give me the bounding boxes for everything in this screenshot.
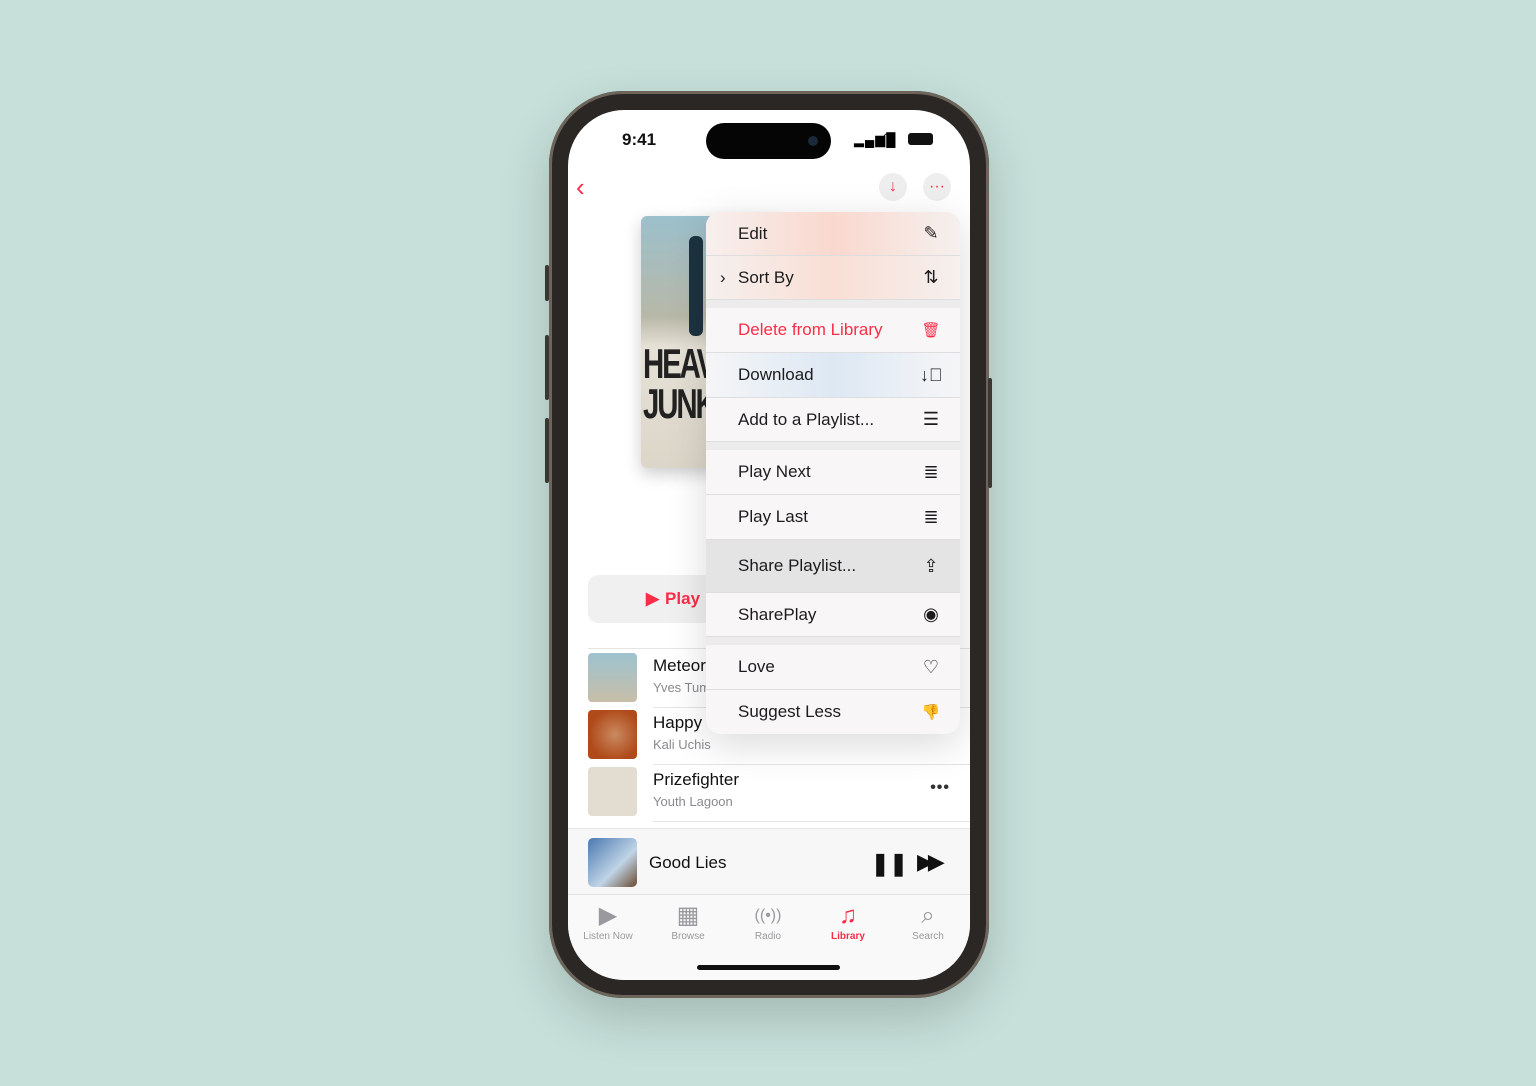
menu-item-shareplay[interactable]: SharePlay ◉ [706,593,960,637]
download-button[interactable]: ↓ [879,173,907,201]
song-artwork [588,710,637,759]
screen: 9:41 ▂▄▆█ ◠ ‹ ↓ ··· HEAV IS JUNK ▶ Play M… [568,110,970,980]
tab-label: Search [912,931,944,942]
action-button [545,265,549,301]
context-menu: Edit ✎ › Sort By ⇅ Delete from Library 🗑 Dow… [706,212,960,734]
mini-player[interactable]: Good Lies ❚❚ ▶▶ [568,828,970,894]
song-title: Meteor [653,656,706,675]
menu-item-delete-from-library[interactable]: Delete from Library 🗑 [706,308,960,353]
chevron-right-icon: › [720,267,726,287]
play-next-icon: ≣ [923,461,939,482]
more-button[interactable]: ··· [923,173,951,201]
menu-item-add-to-playlist[interactable]: Add to a Playlist... ☰ [706,398,960,442]
tab-label: Library [831,931,865,942]
menu-item-sort-by[interactable]: › Sort By ⇅ [706,256,960,300]
tab-label: Browse [671,931,705,942]
trash-icon: 🗑 [921,322,941,339]
song-artist: Kali Uchis [653,737,711,752]
add-playlist-icon: ☰ [922,409,940,429]
pencil-icon: ✎ [923,223,939,243]
menu-label: Delete from Library [738,320,883,339]
song-artwork [588,767,637,816]
arrow-up-down-icon: ⇅ [923,267,939,287]
power-button [988,378,992,488]
menu-item-download[interactable]: Download ↓⃝ [706,353,960,398]
volume-up-button [545,335,549,400]
menu-item-love[interactable]: Love ♡ [706,645,960,690]
song-title: Prizefighter [653,770,739,789]
library-icon: ♫ [839,902,857,929]
camera-icon [808,136,818,146]
menu-item-suggest-less[interactable]: Suggest Less 👎 [706,690,960,734]
volume-down-button [545,418,549,483]
tab-browse[interactable]: ▦ Browse [648,901,728,942]
arrow-down-icon: ↓ [889,178,897,195]
radio-icon: ((•)) [754,907,782,924]
menu-label: Love [738,657,775,676]
share-icon: ⇪ [923,555,939,576]
download-circle-icon: ↓⃝ [920,364,943,385]
play-circle-icon: ▶ [598,902,618,929]
tab-label: Radio [754,931,782,942]
home-indicator [697,965,840,970]
tab-library[interactable]: ♫ Library [808,901,888,942]
dynamic-island [706,123,831,159]
back-button[interactable]: ‹ [576,172,585,203]
menu-item-play-last[interactable]: Play Last ≣ [706,495,960,540]
song-artwork [588,653,637,702]
song-row[interactable]: Prizefighter Youth Lagoon ••• [588,765,970,822]
song-title: Happy [653,713,703,732]
now-playing-title: Good Lies [649,853,727,872]
menu-label: Download [738,365,814,384]
tab-listen-now[interactable]: ▶ Listen Now [568,901,648,942]
menu-label: Play Last [738,507,808,526]
menu-label: Suggest Less [738,702,842,721]
tab-radio[interactable]: ((•)) Radio [728,901,808,942]
tab-search[interactable]: ⌕ Search [888,901,968,942]
play-label: Play [665,589,701,608]
thumbs-down-icon: 👎 [921,704,941,721]
grid-icon: ▦ [676,902,700,929]
status-time: 9:41 [622,130,657,149]
divider [653,821,970,822]
menu-item-play-next[interactable]: Play Next ≣ [706,450,960,495]
menu-label: Add to a Playlist... [738,409,875,429]
shareplay-icon: ◉ [923,604,939,624]
play-last-icon: ≣ [923,506,939,527]
battery-icon [908,133,933,145]
play-icon: ▶ [645,589,660,608]
menu-label: Sort By [738,267,794,287]
menu-item-share-playlist[interactable]: Share Playlist... ⇪ [706,540,960,593]
ellipsis-icon: ··· [929,178,945,195]
song-artist: Youth Lagoon [653,794,733,809]
song-more-button[interactable]: ••• [930,779,950,797]
wifi-icon: ◠ [882,130,896,147]
menu-item-edit[interactable]: Edit ✎ [706,212,960,256]
figure-silhouette [689,236,703,336]
pause-button[interactable]: ❚❚ [871,851,908,877]
menu-label: SharePlay [738,604,817,624]
tab-label: Listen Now [583,931,633,942]
heart-icon: ♡ [922,656,940,677]
search-icon: ⌕ [921,902,935,929]
menu-label: Play Next [738,462,811,481]
menu-label: Edit [738,223,768,243]
forward-button[interactable]: ▶▶ [917,849,945,875]
now-playing-artwork [588,838,637,887]
menu-label: Share Playlist... [738,556,857,575]
